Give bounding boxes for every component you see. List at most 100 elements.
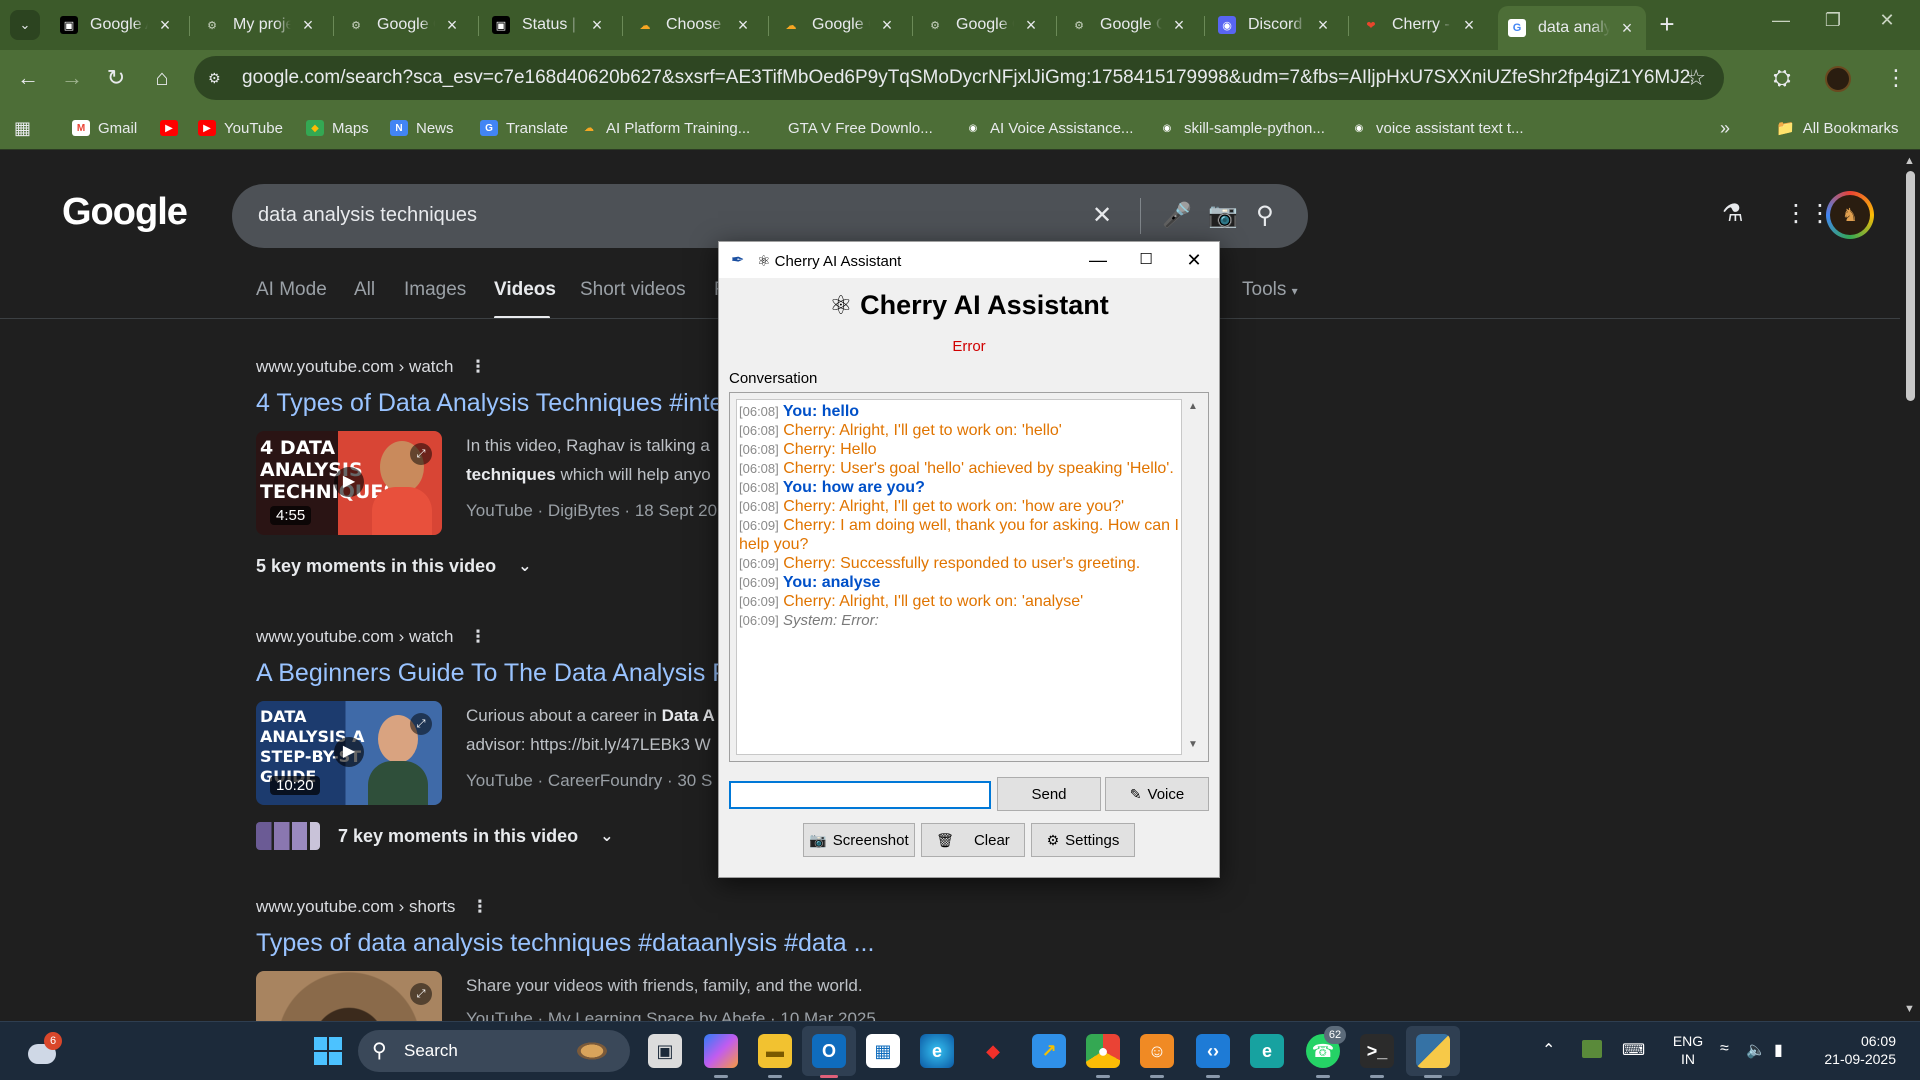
conversation-log[interactable]: [06:08] You: hello [06:08] Cherry: Alrigh… [736, 399, 1182, 755]
play-icon[interactable]: ▶ [334, 737, 364, 767]
site-info-icon[interactable]: ⚙ [208, 70, 228, 87]
tray-app-icon[interactable] [1582, 1040, 1602, 1058]
tab-close-icon[interactable]: × [588, 15, 606, 36]
tab-close-icon[interactable]: × [1460, 15, 1478, 36]
apps-grid-icon[interactable]: ▦ [14, 116, 31, 140]
chrome-icon[interactable]: ● [1086, 1034, 1120, 1068]
edge-beta-icon[interactable]: e [1250, 1034, 1284, 1068]
result-title[interactable]: Types of data analysis techniques #dataa… [256, 929, 1156, 961]
google-logo[interactable]: Google [62, 191, 188, 234]
scroll-up-arrow-icon[interactable]: ▲ [1904, 155, 1915, 167]
volume-icon[interactable]: 🔈 [1746, 1040, 1766, 1060]
labs-flask-icon[interactable]: ⚗ [1722, 199, 1744, 228]
tab-close-icon[interactable]: × [1314, 15, 1332, 36]
battery-icon[interactable]: ▮ [1774, 1040, 1783, 1060]
vscode-icon[interactable]: ‹› [1196, 1034, 1230, 1068]
browser-tab[interactable]: ❤ Cherry - AI × [1352, 8, 1488, 42]
screenshot-button[interactable]: 📷 Screenshot [803, 823, 915, 857]
video-thumbnail[interactable]: ▶ ⤢ [256, 971, 442, 1021]
scroll-up-arrow-icon[interactable]: ▲ [1188, 401, 1198, 412]
result-site[interactable]: www.youtube.com › shorts ⋮ [256, 897, 1156, 921]
search-query[interactable]: data analysis techniques [258, 204, 477, 227]
wifi-icon[interactable]: ≈ [1720, 1040, 1729, 1058]
windows-start-icon[interactable] [314, 1037, 342, 1065]
back-arrow-icon[interactable]: ← [12, 62, 44, 94]
file-explorer-icon[interactable]: ▬ [758, 1034, 792, 1068]
tab-tools[interactable]: Tools ▾ [1242, 279, 1298, 301]
bookmark-item[interactable]: ◉ AI Voice Assistance... [964, 116, 1134, 140]
bookmark-star-icon[interactable]: ☆ [1686, 65, 1706, 91]
system-clock[interactable]: 06:09 21-09-2025 [1810, 1032, 1896, 1068]
tab-close-icon[interactable]: × [299, 15, 317, 36]
browser-tab[interactable]: ⚙ Google Cloud × [916, 8, 1050, 42]
tab-ai-mode[interactable]: AI Mode [256, 279, 327, 301]
tab-short-videos[interactable]: Short videos [580, 279, 686, 301]
language-indicator[interactable]: ENG IN [1668, 1032, 1708, 1068]
extensions-icon[interactable]: ⛭ [1766, 62, 1798, 94]
play-icon[interactable]: ▶ [334, 467, 364, 497]
close-window-icon[interactable]: ✕ [1872, 10, 1902, 31]
bookmark-item[interactable]: ◆ Maps [306, 116, 369, 140]
profile-avatar[interactable] [1822, 62, 1854, 94]
send-button[interactable]: Send [997, 777, 1101, 811]
expand-icon[interactable]: ⤢ [410, 983, 432, 1005]
copilot-icon[interactable] [704, 1034, 738, 1068]
message-input[interactable] [729, 781, 991, 809]
bookmark-item[interactable]: ▶ YouTube [198, 116, 283, 140]
cherry-close-icon[interactable]: ✕ [1171, 246, 1217, 274]
python-icon[interactable] [1416, 1034, 1450, 1068]
restore-icon[interactable]: ❐ [1818, 10, 1848, 31]
bookmark-item[interactable]: N News [390, 116, 454, 140]
bookmark-item[interactable]: M Gmail [72, 116, 137, 140]
result-menu-icon[interactable]: ⋮ [469, 627, 486, 646]
browser-tab[interactable]: Gdata analysis × [1498, 6, 1646, 50]
clear-search-icon[interactable]: ✕ [1092, 201, 1112, 230]
google-account-avatar[interactable]: ♞ [1826, 191, 1874, 239]
task-view-icon[interactable]: ▣ [648, 1034, 682, 1068]
expand-icon[interactable]: ⤢ [410, 443, 432, 465]
more-bookmarks-chevron-icon[interactable]: » [1720, 116, 1730, 140]
bookmark-item[interactable]: G Translate [480, 116, 568, 140]
forward-arrow-icon[interactable]: → [56, 62, 88, 94]
keyboard-icon[interactable]: ⌨ [1622, 1040, 1645, 1060]
url-text[interactable]: google.com/search?sca_esv=c7e168d40620b6… [242, 67, 1692, 89]
bookmark-item[interactable]: ☁ AI Platform Training... [580, 116, 750, 140]
cherry-title-bar[interactable]: ✒ ⚛ Cherry AI Assistant — ☐ ✕ [719, 242, 1219, 278]
settings-button[interactable]: ⚙ Settings [1031, 823, 1135, 857]
tab-close-icon[interactable]: × [1618, 18, 1636, 39]
taskbar-search[interactable]: ⚲ Search [358, 1030, 630, 1072]
bookmark-item[interactable]: ◉ voice assistant text t... [1350, 116, 1524, 140]
minimize-icon[interactable]: — [1766, 10, 1796, 31]
tray-overflow-chevron-icon[interactable]: ⌃ [1542, 1040, 1555, 1060]
avatar-app-icon[interactable]: ☺ [1140, 1034, 1174, 1068]
expand-icon[interactable]: ⤢ [410, 713, 432, 735]
address-bar[interactable]: ⚙ google.com/search?sca_esv=c7e168d40620… [194, 56, 1724, 100]
scroll-down-arrow-icon[interactable]: ▼ [1188, 739, 1198, 750]
lens-camera-icon[interactable]: 📷 [1208, 201, 1238, 230]
tab-search-chevron-icon[interactable]: ⌄ [10, 10, 40, 40]
tab-close-icon[interactable]: × [734, 15, 752, 36]
browser-tab[interactable]: ◉ Discord × [1208, 8, 1342, 42]
browser-tab[interactable]: ▣ Google AI Studio × [50, 8, 184, 42]
weather-widget-icon[interactable]: 6 [24, 1032, 62, 1070]
terminal-icon[interactable]: >_ [1360, 1034, 1394, 1068]
video-thumbnail[interactable]: 4 DATA ANALYSIS TECHNIQUES ▶ ⤢ 4:55 [256, 431, 442, 535]
app-red-diamond-icon[interactable]: ◆ [976, 1034, 1010, 1068]
scrollbar-thumb[interactable] [1906, 171, 1915, 401]
cherry-minimize-icon[interactable]: — [1075, 246, 1121, 274]
voice-button[interactable]: ✎ Voice [1105, 777, 1209, 811]
all-bookmarks-folder[interactable]: 📁 All Bookmarks [1776, 116, 1899, 140]
microsoft-store-icon[interactable]: ▦ [866, 1034, 900, 1068]
clear-button[interactable]: 🗑 Clear [921, 823, 1025, 857]
tab-close-icon[interactable]: × [156, 15, 174, 36]
conversation-scrollbar[interactable]: ▲ ▼ [1186, 399, 1202, 755]
tab-all[interactable]: All [354, 279, 375, 301]
tab-close-icon[interactable]: × [878, 15, 896, 36]
whatsapp-icon[interactable]: ☎ 62 [1306, 1026, 1346, 1068]
browser-tab[interactable]: ▣ Status | GitHub × [482, 8, 616, 42]
cherry-maximize-icon[interactable]: ☐ [1123, 246, 1169, 274]
page-scrollbar[interactable]: ▲ ▼ [1900, 151, 1920, 1021]
edge-icon[interactable]: e [920, 1034, 954, 1068]
outlook-icon[interactable]: O [812, 1034, 846, 1068]
result-menu-icon[interactable]: ⋮ [471, 897, 488, 916]
